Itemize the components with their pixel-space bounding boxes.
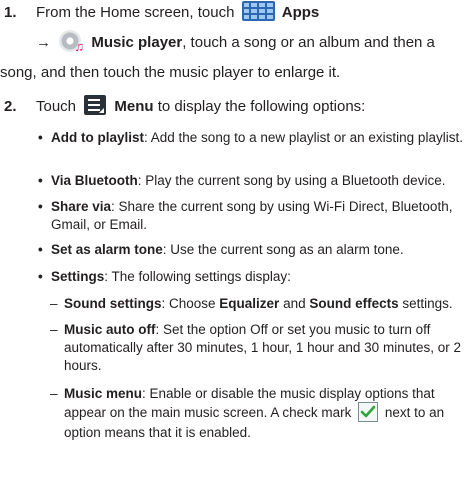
step-1-intro: From the Home screen, touch [36,4,235,21]
setting-music-menu: – Music menu: Enable or disable the musi… [50,384,469,442]
step-1-continuation: , touch a song or an album and then a [182,34,435,51]
setting-description: settings. [398,296,453,311]
option-description: : The following settings display: [104,269,291,284]
step-2-suffix: to display the following options: [153,98,366,115]
dash: – [50,386,58,401]
option-description: : Add the song to a new playlist or an e… [144,130,463,145]
music-player-icon: ♫ [59,30,84,53]
step-number: 2. [4,98,17,115]
option-title: Set as alarm tone [51,242,163,257]
option-title: Add to playlist [51,130,145,145]
bullet: • [38,242,43,257]
step-number: 1. [4,4,17,21]
apps-grid-icon [241,1,275,22]
option-via-bluetooth: • Via Bluetooth: Play the current song b… [38,172,469,190]
option-title: Settings [51,269,105,284]
bullet: • [38,173,43,188]
option-add-to-playlist: • Add to playlist: Add the song to a new… [38,129,469,147]
arrow-glyph: → [36,34,51,51]
menu-label: Menu [114,98,154,115]
setting-sound-settings: – Sound settings: Choose Equalizer and S… [50,295,469,313]
menu-icon [84,95,107,116]
apps-label: Apps [281,4,320,21]
setting-music-auto-off: – Music auto off: Set the option Off or … [50,321,469,375]
equalizer-label: Equalizer [219,296,280,311]
bullet: • [38,130,43,145]
option-set-as-alarm-tone: • Set as alarm tone: Use the current son… [38,241,469,259]
option-share-via: • Share via: Share the current song by u… [38,198,469,234]
dash: – [50,296,58,311]
option-title: Via Bluetooth [51,173,138,188]
setting-description: and [279,296,310,311]
setting-title: Sound settings [64,296,162,311]
step-2-text: Touch Menu to display the following opti… [36,94,470,120]
check-mark-icon [358,402,379,423]
setting-title: Music menu [64,386,143,401]
music-player-label: Music player [91,34,183,51]
option-title: Share via [51,199,112,214]
bullet: • [38,269,43,284]
option-description: : Use the current song as an alarm tone. [162,242,404,257]
step-1-line-3: song, and then touch the music player to… [0,64,341,81]
dash: – [50,322,58,337]
option-description: : Play the current song by using a Bluet… [137,173,446,188]
step-1-text: From the Home screen, touch Apps → ♫ Mus… [0,0,470,86]
option-settings: • Settings: The following settings displ… [38,268,469,286]
bullet: • [38,199,43,214]
step-2-prefix: Touch [36,98,77,115]
setting-description: : Choose [161,296,220,311]
option-description: : Share the current song by using Wi-Fi … [51,199,453,232]
setting-title: Music auto off [64,322,156,337]
sound-effects-label: Sound effects [309,296,399,311]
